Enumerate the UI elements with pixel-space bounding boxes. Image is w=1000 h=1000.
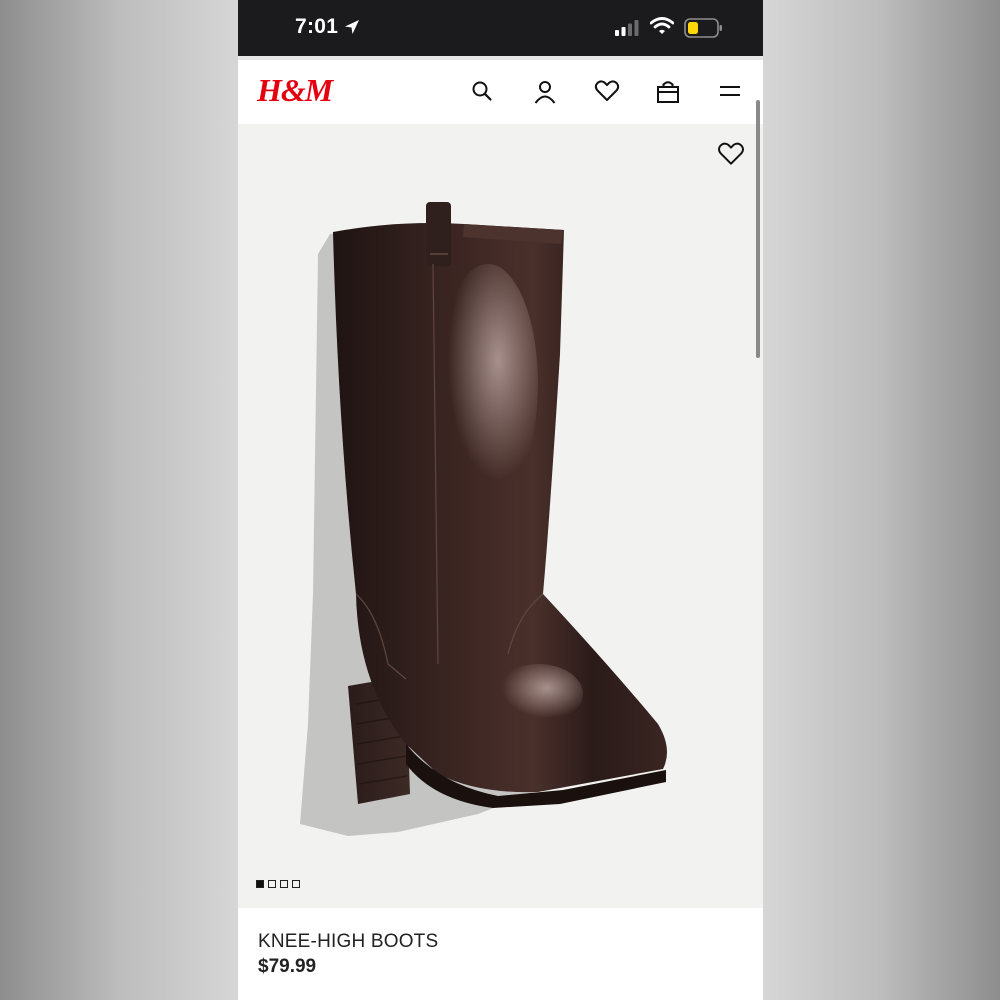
product-price: $79.99: [258, 956, 317, 977]
carousel-dot[interactable]: [280, 880, 288, 888]
hm-logo[interactable]: H&M: [257, 72, 333, 109]
phone-screen: 7:01 H&M KNEE-HIGH BOOTS $79.99: [238, 0, 763, 1000]
site-header: H&M: [238, 60, 763, 124]
status-bar: 7:01: [238, 0, 763, 56]
location-arrow-icon: [344, 19, 360, 40]
product-name[interactable]: KNEE-HIGH BOOTS: [258, 931, 438, 953]
page-scrollbar[interactable]: [756, 100, 760, 358]
product-image[interactable]: [238, 124, 763, 908]
carousel-dot[interactable]: [292, 880, 300, 888]
favorites-heart-icon[interactable]: [594, 79, 620, 105]
search-icon[interactable]: [470, 79, 496, 105]
add-to-wishlist-heart-icon[interactable]: [717, 141, 745, 172]
cellular-signal-icon: [615, 20, 641, 41]
image-carousel-indicator: [256, 880, 300, 888]
status-time: 7:01: [295, 15, 339, 38]
menu-icon[interactable]: [718, 79, 744, 105]
carousel-dot[interactable]: [256, 880, 264, 888]
product-info: KNEE-HIGH BOOTS $79.99: [238, 908, 763, 1000]
wifi-icon: [649, 17, 675, 40]
knee-high-boot-image: [300, 202, 667, 836]
battery-low-icon: [684, 18, 724, 43]
carousel-dot[interactable]: [268, 880, 276, 888]
account-icon[interactable]: [532, 79, 558, 105]
shopping-bag-icon[interactable]: [655, 79, 681, 105]
